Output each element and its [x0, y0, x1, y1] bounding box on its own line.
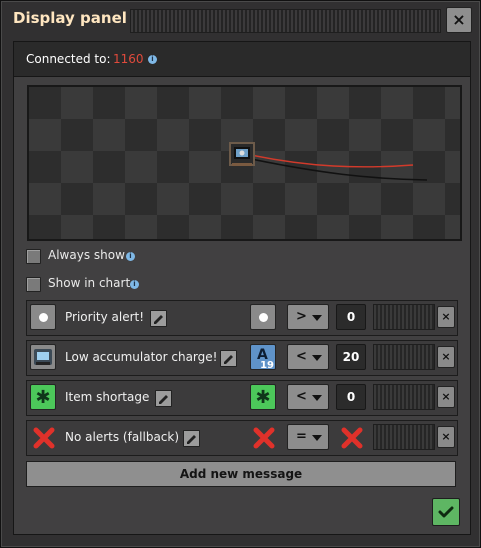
black-wire: [250, 158, 428, 181]
value-signal-slot[interactable]: [338, 424, 364, 450]
accumulator-icon: [34, 349, 52, 365]
confirm-button[interactable]: [432, 498, 460, 526]
edit-message-button[interactable]: [150, 310, 167, 327]
red-x-icon: [253, 427, 275, 449]
title-bar: Display panel ×: [9, 7, 472, 33]
delete-message-button[interactable]: ×: [437, 386, 455, 408]
info-icon[interactable]: i: [130, 280, 139, 289]
pencil-icon: [154, 315, 163, 324]
constant-value-field[interactable]: 20: [336, 344, 366, 370]
delete-message-button[interactable]: ×: [437, 346, 455, 368]
pencil-icon: [187, 435, 196, 444]
chevron-down-icon: [312, 355, 322, 361]
message-text: Low accumulator charge!: [65, 350, 218, 364]
panel-content: Connected to: 1160 i Always show i Show …: [13, 41, 471, 535]
chevron-down-icon: [312, 435, 322, 441]
message-row: Priority alert! > 0 ×: [26, 300, 458, 336]
message-row: ✱ Item shortage ✱ < 0 ×: [26, 380, 458, 416]
edit-message-button[interactable]: [183, 430, 200, 447]
condition-signal-slot[interactable]: [250, 424, 276, 450]
pencil-icon: [224, 355, 233, 364]
connected-value: 1160: [113, 52, 144, 66]
drag-handle[interactable]: [373, 304, 435, 330]
display-panel-window: Display panel × Connected to: 1160 i Alw…: [0, 0, 481, 548]
asterisk-icon: ✱: [35, 387, 51, 408]
edit-message-button[interactable]: [155, 390, 172, 407]
red-x-icon: [341, 427, 363, 449]
signal-count: 19: [260, 360, 274, 371]
message-row: Low accumulator charge! A 19 < 20 ×: [26, 340, 458, 376]
message-icon-slot[interactable]: ✱: [30, 384, 56, 410]
show-in-chart-checkbox[interactable]: [26, 277, 41, 292]
edit-message-button[interactable]: [220, 350, 237, 367]
comparator-dropdown[interactable]: >: [287, 304, 329, 330]
close-button[interactable]: ×: [446, 7, 472, 33]
message-icon-slot[interactable]: [30, 344, 56, 370]
condition-signal-slot[interactable]: A 19: [250, 344, 276, 371]
pencil-icon: [159, 395, 168, 404]
drag-handle[interactable]: [130, 9, 441, 33]
message-text: Item shortage: [65, 390, 150, 404]
red-x-icon: [33, 427, 55, 449]
message-icon-slot[interactable]: [30, 304, 56, 330]
checkmark-icon: [438, 506, 454, 518]
delete-message-button[interactable]: ×: [437, 426, 455, 448]
message-text: No alerts (fallback): [65, 430, 180, 444]
message-text: Priority alert!: [65, 310, 145, 324]
message-row: No alerts (fallback) = ×: [26, 420, 458, 456]
always-show-label: Always show: [48, 248, 125, 262]
comparator-value: =: [296, 429, 307, 444]
add-new-message-button[interactable]: Add new message: [26, 461, 456, 487]
constant-value-field[interactable]: 0: [336, 384, 366, 410]
connection-bar: Connected to: 1160 i: [14, 42, 470, 77]
message-icon-slot[interactable]: [30, 424, 56, 450]
drag-handle[interactable]: [373, 384, 435, 410]
drag-handle[interactable]: [373, 424, 435, 450]
delete-message-button[interactable]: ×: [437, 306, 455, 328]
asterisk-icon: ✱: [255, 387, 271, 408]
comparator-dropdown[interactable]: <: [287, 384, 329, 410]
info-icon[interactable]: i: [126, 252, 135, 261]
chevron-down-icon: [312, 315, 322, 321]
red-wire: [250, 154, 414, 168]
display-panel-entity-icon: [227, 139, 257, 169]
comparator-value: <: [296, 389, 307, 404]
constant-value-field[interactable]: 0: [336, 304, 366, 330]
comparator-value: >: [296, 309, 307, 324]
chevron-down-icon: [312, 395, 322, 401]
white-dot-icon: [39, 313, 48, 322]
condition-signal-slot[interactable]: ✱: [250, 384, 276, 410]
drag-handle[interactable]: [373, 344, 435, 370]
connected-label: Connected to:: [26, 52, 111, 66]
white-dot-icon: [259, 313, 268, 322]
entity-preview: [27, 85, 462, 241]
always-show-checkbox[interactable]: [26, 249, 41, 264]
info-icon[interactable]: i: [148, 55, 157, 64]
comparator-value: <: [296, 349, 307, 364]
comparator-dropdown[interactable]: =: [287, 424, 329, 450]
comparator-dropdown[interactable]: <: [287, 344, 329, 370]
show-in-chart-label: Show in chart: [48, 276, 131, 290]
condition-signal-slot[interactable]: [250, 304, 276, 330]
window-title: Display panel: [13, 9, 127, 27]
